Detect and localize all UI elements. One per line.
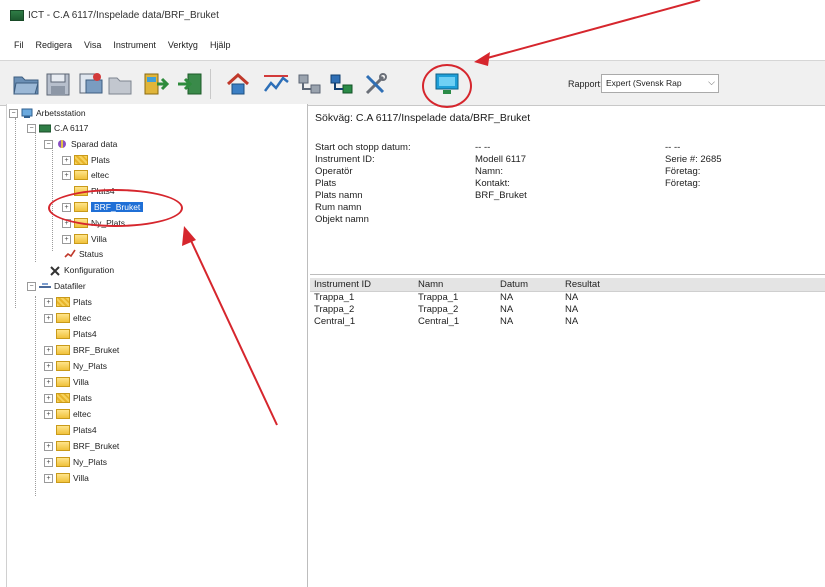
annotation-arrows: [182, 0, 701, 426]
